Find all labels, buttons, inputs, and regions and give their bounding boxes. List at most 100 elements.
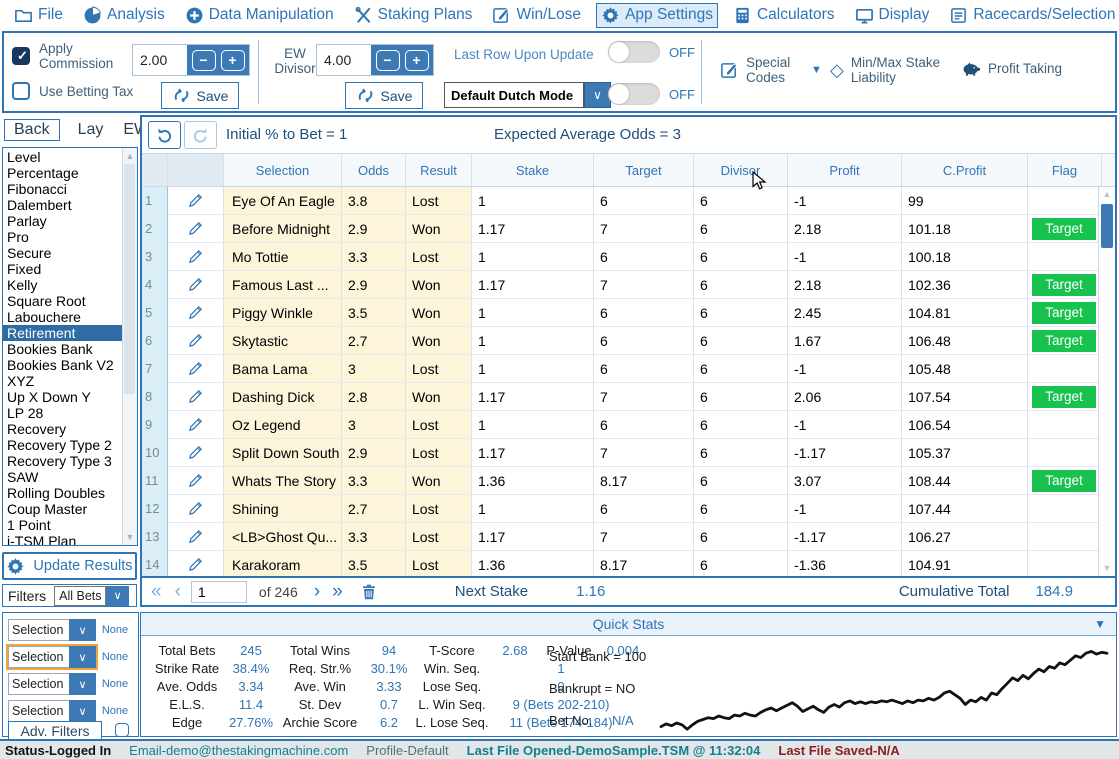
table-row[interactable]: 12Shining2.7Lost166-1107.44	[142, 495, 1098, 523]
sidebar-item-dalembert[interactable]: Dalembert	[3, 197, 122, 213]
sidebar-item-retirement[interactable]: Retirement	[3, 325, 122, 341]
menu-item-file[interactable]: File	[10, 4, 67, 27]
sidebar-item-labouchere[interactable]: Labouchere	[3, 309, 122, 325]
sidebar-item-kelly[interactable]: Kelly	[3, 277, 122, 293]
chevron-down-icon[interactable]: ∨	[106, 586, 129, 606]
apply-commission-checkbox[interactable]	[12, 47, 30, 65]
prev-page-button[interactable]: ‹	[175, 582, 181, 601]
commission-save-button[interactable]: Save	[161, 82, 239, 109]
tab-lay[interactable]: Lay	[76, 120, 106, 140]
ew-divisor-plus-button[interactable]: +	[405, 50, 429, 71]
menu-item-app-settings[interactable]: App Settings	[597, 4, 717, 27]
undo-button[interactable]	[148, 121, 181, 149]
chevron-down-icon[interactable]: ∨	[584, 82, 611, 108]
edit-pencil-icon[interactable]	[188, 361, 203, 376]
dropdown-triangle-icon[interactable]: ▼	[811, 63, 822, 78]
sidebar-item-parlay[interactable]: Parlay	[3, 213, 122, 229]
chevron-down-icon[interactable]: ∨	[69, 700, 96, 722]
column-header-selection[interactable]: Selection	[224, 154, 342, 186]
sidebar-item-recovery-type-2[interactable]: Recovery Type 2	[3, 437, 122, 453]
sidebar-item-i-tsm-plan[interactable]: i-TSM Plan	[3, 533, 122, 545]
grid-scrollbar[interactable]: ▲ ▼	[1098, 187, 1115, 576]
edit-pencil-icon[interactable]	[188, 249, 203, 264]
menu-item-staking-plans[interactable]: Staking Plans	[350, 4, 477, 27]
edit-pencil-icon[interactable]	[188, 221, 203, 236]
edit-pencil-icon[interactable]	[188, 445, 203, 460]
ew-divisor-save-button[interactable]: Save	[345, 82, 423, 109]
column-header-divisor[interactable]: Divisor	[694, 154, 788, 186]
table-row[interactable]: 8Dashing Dick2.8Won1.17762.06107.54Targe…	[142, 383, 1098, 411]
scroll-down-icon[interactable]: ▼	[1099, 561, 1115, 576]
column-header-odds[interactable]: Odds	[342, 154, 406, 186]
edit-pencil-icon[interactable]	[188, 333, 203, 348]
filter-dropdown-1[interactable]: Selection∨	[8, 619, 96, 641]
commission-minus-button[interactable]: −	[192, 50, 216, 71]
table-row[interactable]: 9Oz Legend3Lost166-1106.54	[142, 411, 1098, 439]
sidebar-item-lp-28[interactable]: LP 28	[3, 405, 122, 421]
filter-dropdown-2[interactable]: Selection∨	[8, 646, 96, 668]
sidebar-item-level[interactable]: Level	[3, 149, 122, 165]
menu-item-calculators[interactable]: Calculators	[729, 4, 839, 27]
chevron-down-icon[interactable]: ∨	[69, 646, 96, 668]
table-row[interactable]: 13<LB>Ghost Qu...3.3Lost1.1776-1.17106.2…	[142, 523, 1098, 551]
table-row[interactable]: 5Piggy Winkle3.5Won1662.45104.81Target	[142, 299, 1098, 327]
tab-back[interactable]: Back	[4, 119, 60, 141]
column-header-stake[interactable]: Stake	[472, 154, 594, 186]
scroll-up-icon[interactable]: ▲	[126, 151, 135, 161]
use-betting-tax-checkbox[interactable]	[12, 82, 30, 100]
column-header-target[interactable]: Target	[594, 154, 694, 186]
use-betting-tax-row[interactable]: Use Betting Tax	[12, 82, 133, 100]
column-header-result[interactable]: Result	[406, 154, 472, 186]
edit-pencil-icon[interactable]	[188, 277, 203, 292]
table-row[interactable]: 10Split Down South2.9Lost1.1776-1.17105.…	[142, 439, 1098, 467]
redo-button[interactable]	[184, 121, 217, 149]
sidebar-item-bookies-bank-v2[interactable]: Bookies Bank V2	[3, 357, 122, 373]
update-results-button[interactable]: Update Results	[2, 552, 137, 580]
menu-item-racecards-selection-hunter[interactable]: Racecards/Selection Hunter	[945, 4, 1119, 27]
table-row[interactable]: 2Before Midnight2.9Won1.17762.18101.18Ta…	[142, 215, 1098, 243]
sidebar-item-bookies-bank[interactable]: Bookies Bank	[3, 341, 122, 357]
profit-taking-button[interactable]: Profit Taking	[962, 59, 1062, 78]
special-codes-button[interactable]: Special Codes ▼	[720, 55, 822, 85]
chevron-down-icon[interactable]: ∨	[69, 619, 96, 641]
commission-value[interactable]: 2.00	[133, 45, 187, 75]
ew-divisor-value[interactable]: 4.00	[317, 45, 371, 75]
plans-scrollbar-thumb[interactable]	[124, 164, 135, 394]
menu-item-analysis[interactable]: Analysis	[79, 4, 169, 27]
column-header-profit[interactable]: Profit	[788, 154, 902, 186]
last-row-toggle[interactable]	[608, 41, 660, 63]
sidebar-item-rolling-doubles[interactable]: Rolling Doubles	[3, 485, 122, 501]
edit-pencil-icon[interactable]	[188, 193, 203, 208]
sidebar-item-percentage[interactable]: Percentage	[3, 165, 122, 181]
sidebar-item-xyz[interactable]: XYZ	[3, 373, 122, 389]
scroll-down-icon[interactable]: ▼	[126, 532, 135, 542]
scroll-up-icon[interactable]: ▲	[1099, 187, 1115, 202]
table-row[interactable]: 4Famous Last ...2.9Won1.17762.18102.36Ta…	[142, 271, 1098, 299]
sidebar-item-fixed[interactable]: Fixed	[3, 261, 122, 277]
last-page-button[interactable]: »	[332, 582, 343, 601]
filter-dropdown-4[interactable]: Selection∨	[8, 700, 96, 722]
table-row[interactable]: 14Karakoram3.5Lost1.368.176-1.36104.91	[142, 551, 1098, 579]
column-header-c-profit[interactable]: C.Profit	[902, 154, 1028, 186]
first-page-button[interactable]: «	[151, 582, 162, 601]
dutch-mode-toggle[interactable]	[608, 83, 660, 105]
edit-pencil-icon[interactable]	[188, 473, 203, 488]
sidebar-item-up-x-down-y[interactable]: Up X Down Y	[3, 389, 122, 405]
menu-item-display[interactable]: Display	[851, 4, 934, 27]
adv-filters-button[interactable]: Adv. Filters	[8, 721, 102, 741]
sidebar-item-pro[interactable]: Pro	[3, 229, 122, 245]
apply-commission-row[interactable]: Apply Commission	[12, 41, 121, 71]
table-row[interactable]: 6Skytastic2.7Won1661.67106.48Target	[142, 327, 1098, 355]
edit-pencil-icon[interactable]	[188, 529, 203, 544]
filter-dropdown-3[interactable]: Selection∨	[8, 673, 96, 695]
sidebar-item-recovery[interactable]: Recovery	[3, 421, 122, 437]
edit-pencil-icon[interactable]	[188, 305, 203, 320]
edit-pencil-icon[interactable]	[188, 417, 203, 432]
table-row[interactable]: 1Eye Of An Eagle3.8Lost166-199	[142, 187, 1098, 215]
edit-pencil-icon[interactable]	[188, 389, 203, 404]
collapse-triangle-icon[interactable]: ▼	[1094, 618, 1106, 630]
menu-item-win-lose[interactable]: Win/Lose	[488, 4, 585, 27]
edit-pencil-icon[interactable]	[188, 557, 203, 572]
menu-item-data-manipulation[interactable]: Data Manipulation	[181, 4, 338, 27]
table-row[interactable]: 11Whats The Story3.3Won1.368.1763.07108.…	[142, 467, 1098, 495]
